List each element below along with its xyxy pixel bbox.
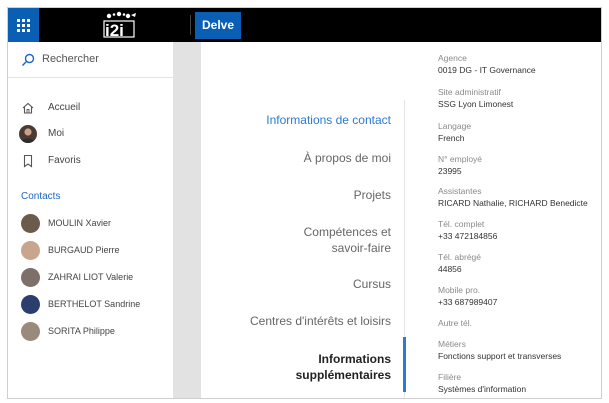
detail-label: Filière <box>438 372 462 382</box>
detail-label: Autre tél. <box>438 318 473 328</box>
detail-value[interactable]: 44856 <box>438 263 601 275</box>
contact-name: BERTHELOT Sandrine <box>48 299 141 309</box>
nav-item-label: Favoris <box>48 155 81 166</box>
menu-item-cursus[interactable]: Cursus <box>353 276 391 292</box>
left-navigation: Rechercher Accueil Moi Favoris Contacts … <box>8 42 173 398</box>
detail-label: Langage <box>438 121 472 131</box>
menu-item-competences[interactable]: Compétences et savoir-faire <box>271 224 391 256</box>
detail-value: Systèmes d'information <box>438 384 527 394</box>
detail-tel-abrege: Tél. abrégé 44856 <box>438 252 601 275</box>
svg-text:i2i: i2i <box>105 21 124 39</box>
contact-item[interactable]: SORITA Philippe <box>8 320 173 344</box>
delve-window: i2i Delve Rechercher Accueil Moi Favoris… <box>7 7 602 399</box>
detail-filiere: Filière Systèmes d'information <box>438 372 601 395</box>
detail-label: Tél. complet <box>438 219 485 229</box>
detail-site-administratif: Site administratif SSG Lyon Limonest <box>438 87 601 110</box>
nav-item-label: Moi <box>48 128 65 139</box>
nav-item-accueil[interactable]: Accueil <box>8 96 173 120</box>
menu-item-projets[interactable]: Projets <box>354 187 391 203</box>
top-bar-divider <box>190 15 191 35</box>
detail-value: French <box>438 133 465 143</box>
contact-name: BURGAUD Pierre <box>48 245 120 255</box>
nav-item-moi[interactable]: Moi <box>8 122 173 146</box>
top-bar: i2i Delve <box>8 8 601 42</box>
detail-value[interactable]: RICARD Nathalie, RICHARD Benedicte <box>438 197 601 209</box>
contact-item[interactable]: BURGAUD Pierre <box>8 239 173 263</box>
contact-name: SORITA Philippe <box>48 326 115 336</box>
bookmark-icon <box>20 153 36 169</box>
contact-name: MOULIN Xavier <box>48 218 112 228</box>
search-box[interactable]: Rechercher <box>8 42 173 78</box>
detail-label: Assistantes <box>438 186 482 196</box>
detail-value[interactable]: +33 687989407 <box>438 296 601 308</box>
nav-item-label: Accueil <box>48 102 81 113</box>
menu-item-informations-de-contact[interactable]: Informations de contact <box>266 112 391 128</box>
home-icon <box>20 100 36 116</box>
detail-numero-employe: N° employé 23995 <box>438 154 601 177</box>
menu-item-a-propos-de-moi[interactable]: À propos de moi <box>304 150 391 166</box>
detail-autre-tel: Autre tél. <box>438 318 601 329</box>
user-avatar <box>19 125 37 143</box>
contact-avatar <box>21 214 40 233</box>
detail-langage: Langage French <box>438 121 601 144</box>
search-icon <box>22 53 35 66</box>
search-placeholder[interactable]: Rechercher <box>42 53 99 65</box>
menu-item-centres-interets[interactable]: Centres d'intérêts et loisirs <box>250 313 391 329</box>
detail-label: N° employé <box>438 154 483 164</box>
detail-value[interactable]: +33 472184856 <box>438 230 601 242</box>
detail-value: SSG Lyon Limonest <box>438 99 514 109</box>
active-section-indicator <box>403 337 406 392</box>
detail-mobile-pro: Mobile pro. +33 687989407 <box>438 285 601 308</box>
menu-item-informations-supplementaires[interactable]: Informations supplémentaires <box>281 351 391 383</box>
contact-item[interactable]: MOULIN Xavier <box>8 212 173 236</box>
contact-item[interactable]: ZAHRAI LIOT Valerie <box>8 266 173 290</box>
detail-value: 0019 DG - IT Governance <box>438 65 536 75</box>
detail-value: 23995 <box>438 166 462 176</box>
detail-label: Site administratif <box>438 87 501 97</box>
detail-agence: Agence 0019 DG - IT Governance <box>438 53 601 76</box>
detail-label: Tél. abrégé <box>438 252 481 262</box>
app-name-delve[interactable]: Delve <box>195 12 242 39</box>
contact-avatar <box>21 241 40 260</box>
contact-avatar <box>21 268 40 287</box>
contact-item[interactable]: BERTHELOT Sandrine <box>8 293 173 317</box>
contact-avatar <box>21 322 40 341</box>
company-logo: i2i <box>103 11 136 39</box>
contact-avatar <box>21 295 40 314</box>
profile-section-menu: Informations de contact À propos de moi … <box>201 42 421 398</box>
detail-label: Métiers <box>438 339 466 349</box>
profile-details: Agence 0019 DG - IT Governance Site admi… <box>421 42 601 398</box>
detail-label: Agence <box>438 53 467 63</box>
detail-assistantes: Assistantes RICARD Nathalie, RICHARD Ben… <box>438 186 601 209</box>
nav-item-favoris[interactable]: Favoris <box>8 149 173 173</box>
detail-tel-complet: Tél. complet +33 472184856 <box>438 219 601 242</box>
detail-metiers: Métiers Fonctions support et transverses <box>438 339 601 362</box>
app-launcher-icon[interactable] <box>8 8 39 42</box>
contact-name: ZAHRAI LIOT Valerie <box>48 272 134 282</box>
detail-value: Fonctions support et transverses <box>438 351 562 361</box>
navigation-gutter <box>173 42 201 398</box>
detail-label: Mobile pro. <box>438 285 481 295</box>
contacts-section-title: Contacts <box>21 191 61 202</box>
